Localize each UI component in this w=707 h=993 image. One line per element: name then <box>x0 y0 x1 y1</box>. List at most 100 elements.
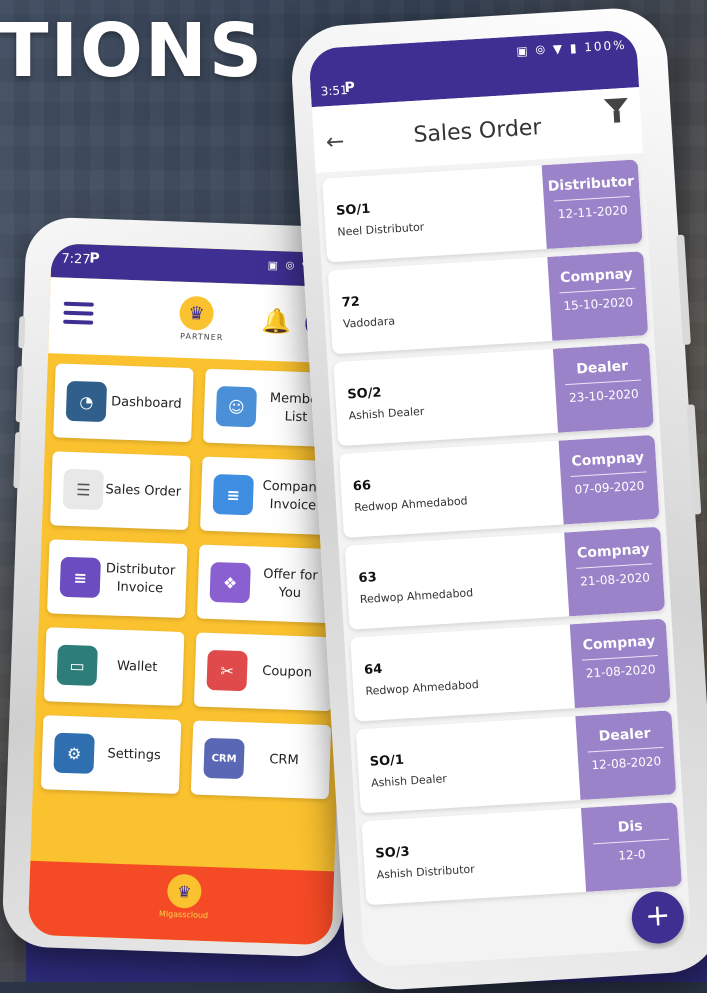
menu-tile-label: Wallet <box>116 658 158 676</box>
right-phone-screen: ▣ ⦾ ▼ ▮ 100% 3:51 P ← Sales Order SO/1 Ne… <box>308 29 692 968</box>
menu-tile[interactable]: ◔ Dashboard <box>53 363 194 443</box>
document-list-icon: ☰ <box>62 468 105 511</box>
badge-divider <box>565 379 642 386</box>
crm-icon: CRM <box>203 737 245 780</box>
menu-tile[interactable]: CRM CRM <box>190 720 332 800</box>
right-phone: ▣ ⦾ ▼ ▮ 100% 3:51 P ← Sales Order SO/1 Ne… <box>288 5 707 993</box>
order-type: Dealer <box>598 725 651 745</box>
order-date: 23-10-2020 <box>568 386 640 405</box>
order-number: 63 <box>358 570 378 587</box>
menu-tile-label: Dashboard <box>110 394 182 412</box>
order-type-badge: Compnay 15-10-2020 <box>547 251 649 341</box>
order-number: SO/1 <box>369 752 405 770</box>
status-icons: ▣ ⦾ ▼ ▮ 100% <box>515 37 627 59</box>
menu-tile[interactable]: ✂ Coupon <box>193 632 335 712</box>
menu-tile-label: Distributor Invoice <box>105 561 176 597</box>
order-type: Dealer <box>575 358 629 378</box>
order-card[interactable]: 63 Redwop Ahmedabod Compnay 21-08-2020 <box>344 526 666 630</box>
menu-icon[interactable] <box>63 301 94 325</box>
coupon-icon: ✂ <box>206 649 248 692</box>
page-title: Sales Order <box>412 115 543 148</box>
order-type: Dis <box>617 818 644 836</box>
menu-tile-label: Settings <box>107 746 162 764</box>
order-card[interactable]: 66 Redwop Ahmedabod Compnay 07-09-2020 <box>338 434 660 538</box>
badge-divider <box>553 195 630 202</box>
gauge-icon: ◔ <box>65 380 108 423</box>
order-date: 12-08-2020 <box>591 754 662 773</box>
order-card[interactable]: SO/1 Ashish Dealer Dealer 12-08-2020 <box>355 710 677 814</box>
banner-title: TIONS <box>0 8 265 94</box>
order-party-name: Redwop Ahmedabod <box>365 678 480 698</box>
status-app-icon: P <box>344 79 356 97</box>
user-icon: ☺ <box>215 386 258 428</box>
order-card[interactable]: 72 Vadodara Compnay 15-10-2020 <box>327 251 649 355</box>
menu-tile[interactable]: ⚙ Settings <box>40 715 182 794</box>
bell-icon[interactable]: 🔔 <box>261 307 292 336</box>
partner-logo: ♛ PARTNER <box>168 295 226 349</box>
order-card[interactable]: SO/1 Neel Distributor Distributor 12-11-202… <box>322 159 643 263</box>
menu-tile-label: Sales Order <box>105 482 182 500</box>
left-phone-screen: 7:27 P ▣ ⦾ ▼ ▮ 10 ♛ PARTNER 🔔 ◔Dashboard… <box>27 243 356 946</box>
order-type-badge: Compnay 21-08-2020 <box>564 526 666 617</box>
order-number: 72 <box>341 294 361 311</box>
trophy-icon: ♛ <box>166 873 202 909</box>
order-date: 07-09-2020 <box>574 478 645 497</box>
wallet-icon: ▭ <box>56 644 98 687</box>
order-type-badge: Dealer 23-10-2020 <box>552 342 654 433</box>
badge-divider <box>593 838 670 845</box>
badge-divider <box>570 471 647 478</box>
order-number: SO/2 <box>346 385 382 403</box>
order-type: Compnay <box>571 449 645 470</box>
invoice-doc-icon: ≡ <box>59 556 101 599</box>
order-type-badge: Dis 12-0 <box>581 802 682 892</box>
order-type: Compnay <box>582 633 656 654</box>
menu-tile[interactable]: ❖ Offer for You <box>196 544 338 624</box>
order-party-name: Vadodara <box>342 314 396 331</box>
order-party-name: Neel Distributor <box>337 220 425 239</box>
menu-tile-label: CRM <box>269 752 299 769</box>
status-time: 7:27 <box>61 251 91 268</box>
add-order-button[interactable]: + <box>630 889 686 946</box>
order-number: 64 <box>363 661 383 678</box>
order-date: 21-08-2020 <box>585 662 656 681</box>
badge-divider <box>559 287 636 294</box>
order-type-badge: Compnay 21-08-2020 <box>569 618 671 709</box>
order-party-name: Ashish Dealer <box>370 772 448 790</box>
order-party-name: Redwop Ahmedabod <box>359 586 474 607</box>
order-date: 12-11-2020 <box>557 203 628 222</box>
menu-grid: ◔ Dashboard ☺ Member List ☰ Sales Order ≡ Compa… <box>40 363 352 800</box>
order-date: 15-10-2020 <box>563 294 634 314</box>
order-card[interactable]: SO/2 Ashish Dealer Dealer 23-10-2020 <box>333 342 654 447</box>
order-party-name: Ashish Dealer <box>348 404 425 423</box>
menu-tile[interactable]: ≡ Distributor Invoice <box>47 539 188 619</box>
badge-divider <box>581 655 658 661</box>
order-party-name: Redwop Ahmedabod <box>353 494 468 515</box>
order-card[interactable]: 64 Redwop Ahmedabod Compnay 21-08-2020 <box>350 618 671 722</box>
filter-icon[interactable] <box>603 97 629 114</box>
order-type-badge: Dealer 12-08-2020 <box>575 710 677 801</box>
order-number: SO/3 <box>374 844 411 862</box>
order-type: Distributor <box>547 173 635 195</box>
menu-tile-label: Coupon <box>261 663 313 681</box>
logo-text: PARTNER <box>179 331 224 343</box>
menu-tile[interactable]: ▭ Wallet <box>43 627 185 706</box>
order-number: 66 <box>352 478 372 495</box>
menu-tile[interactable]: ☰ Sales Order <box>50 451 191 531</box>
status-app-icon: P <box>89 250 100 267</box>
gear-icon: ⚙ <box>53 732 95 774</box>
order-number: SO/1 <box>335 201 371 219</box>
order-type: Compnay <box>576 541 651 562</box>
footer-brand: Mlgasscloud <box>158 909 209 921</box>
badge-divider <box>576 563 653 569</box>
gift-icon: ❖ <box>209 561 251 604</box>
left-side-button <box>18 316 26 349</box>
trophy-icon: ♛ <box>178 295 215 331</box>
order-type: Compnay <box>559 265 634 287</box>
invoice-doc-icon: ≡ <box>212 473 254 516</box>
order-type-badge: Distributor 12-11-2020 <box>541 159 643 250</box>
footer-bar: ♛ Mlgasscloud <box>27 860 335 946</box>
order-date: 21-08-2020 <box>579 570 651 589</box>
order-card[interactable]: SO/3 Ashish Distributor Dis 12-0 <box>361 802 682 906</box>
badge-divider <box>587 746 664 753</box>
order-date: 12-0 <box>617 847 646 863</box>
